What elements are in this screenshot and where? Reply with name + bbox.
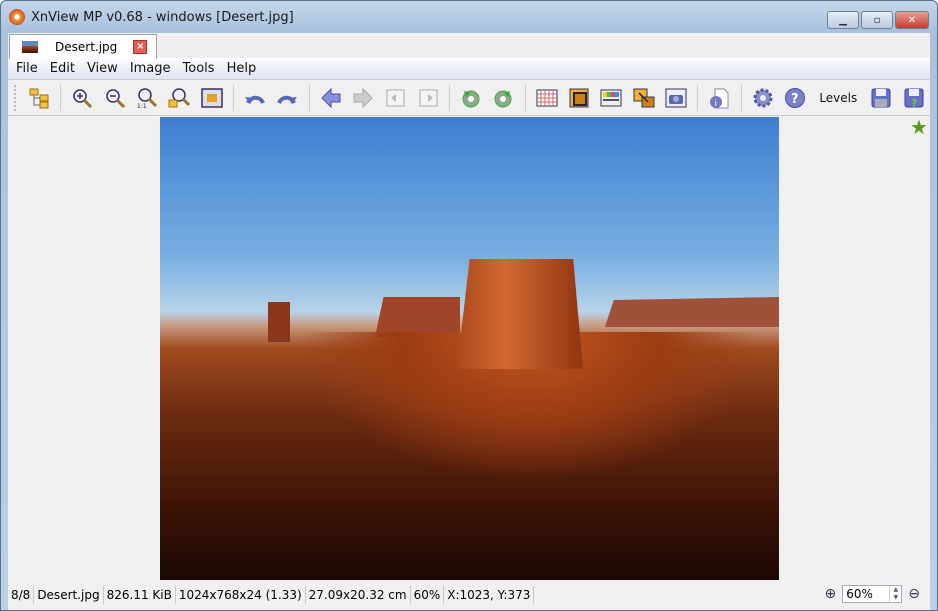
menu-tools[interactable]: Tools	[177, 61, 221, 76]
zoom-input[interactable]: 60% ▲ ▼	[842, 585, 903, 603]
image-viewer[interactable]: ★	[8, 117, 930, 581]
tab-desert[interactable]: Desert.jpg ×	[9, 34, 157, 59]
save-as-button[interactable]: ?	[900, 84, 927, 112]
rotate-left-button[interactable]	[457, 84, 484, 112]
fit-to-window-icon	[201, 87, 223, 108]
menu-file[interactable]: File	[10, 61, 44, 76]
help-button[interactable]: ?	[781, 84, 808, 112]
rotate-right-icon	[494, 90, 512, 107]
svg-text:?: ?	[911, 97, 917, 109]
redo-button[interactable]	[274, 84, 301, 112]
zoom-actual-size-button[interactable]: 1:1	[133, 84, 160, 112]
tab-label: Desert.jpg	[55, 40, 118, 54]
save-button[interactable]	[868, 84, 895, 112]
crop-button[interactable]	[565, 84, 592, 112]
adjust-colors-button[interactable]	[598, 84, 625, 112]
menu-image[interactable]: Image	[124, 61, 177, 76]
status-bar: 8/8 Desert.jpg 826.11 KiB 1024x768x24 (1…	[8, 580, 930, 610]
svg-text:i: i	[715, 99, 718, 109]
camera-icon	[665, 88, 687, 107]
browser-tree-button[interactable]	[25, 84, 52, 112]
status-index: 8/8	[8, 586, 35, 604]
menu-edit[interactable]: Edit	[44, 61, 81, 76]
zoom-in-icon[interactable]: ⊕	[825, 586, 837, 602]
status-print-size: 27.09x20.32 cm	[306, 586, 411, 604]
zoom-out-icon[interactable]: ⊖	[908, 586, 920, 602]
last-image-button[interactable]	[414, 84, 441, 112]
zoom-lock-icon	[168, 87, 191, 107]
menu-bar: File Edit View Image Tools Help	[8, 58, 930, 80]
status-filename: Desert.jpg	[34, 586, 104, 604]
tab-close-icon[interactable]: ×	[133, 40, 148, 54]
window-title: XnView MP v0.68 - windows [Desert.jpg]	[31, 9, 294, 25]
grid-icon	[536, 89, 558, 106]
levels-button[interactable]: Levels	[811, 91, 865, 105]
rotate-right-button[interactable]	[490, 84, 517, 112]
arrow-left-icon	[321, 87, 341, 108]
maximize-button[interactable]: ▫	[861, 11, 893, 29]
resize-button[interactable]	[630, 84, 657, 112]
first-page-icon	[386, 89, 405, 106]
screen-capture-button[interactable]	[663, 84, 690, 112]
zoom-spinner[interactable]: ▲ ▼	[889, 586, 901, 602]
first-image-button[interactable]	[382, 84, 409, 112]
next-image-button[interactable]	[349, 84, 376, 112]
xnview-logo-icon	[9, 9, 25, 25]
redo-icon	[277, 95, 298, 104]
menu-view[interactable]: View	[81, 61, 124, 76]
zoom-in-icon	[73, 88, 93, 108]
last-page-icon	[419, 89, 438, 106]
zoom-out-icon	[106, 88, 125, 108]
svg-text:1:1: 1:1	[137, 103, 147, 109]
undo-button[interactable]	[241, 84, 268, 112]
status-dimensions: 1024x768x24 (1.33)	[176, 586, 306, 604]
toolbar-grip[interactable]	[14, 84, 17, 111]
undo-icon	[245, 95, 266, 104]
resize-image-icon	[633, 88, 655, 107]
rotate-left-icon	[462, 90, 480, 107]
fit-window-button[interactable]	[198, 84, 225, 112]
folder-tree-icon	[29, 88, 49, 108]
settings-button[interactable]	[749, 84, 776, 112]
zoom-1-1-icon: 1:1	[137, 87, 158, 109]
close-button[interactable]: ✕	[895, 11, 929, 29]
title-bar: XnView MP v0.68 - windows [Desert.jpg] ▁…	[1, 1, 937, 33]
color-bars-icon	[600, 89, 622, 106]
menu-help[interactable]: Help	[221, 61, 263, 76]
status-cursor: X:1023, Y:373	[444, 586, 535, 604]
crop-icon	[569, 88, 589, 107]
minimize-button[interactable]: ▁	[827, 11, 859, 29]
info-document-icon: i	[710, 88, 729, 109]
desert-image	[160, 117, 779, 581]
toolbar: 1:1 i ? Levels ?	[8, 80, 930, 116]
save-as-icon: ?	[904, 88, 924, 109]
grid-button[interactable]	[533, 84, 560, 112]
help-icon: ?	[785, 87, 806, 108]
previous-image-button[interactable]	[317, 84, 344, 112]
image-thumbnail-icon	[22, 41, 38, 53]
status-zoom: 60%	[411, 586, 445, 604]
rating-star-icon[interactable]: ★	[910, 117, 930, 137]
properties-button[interactable]: i	[706, 84, 733, 112]
save-icon	[871, 88, 891, 107]
zoom-out-button[interactable]	[101, 84, 128, 112]
zoom-in-button[interactable]	[69, 84, 96, 112]
gear-icon	[753, 88, 773, 107]
arrow-right-icon	[353, 87, 373, 108]
app-window: XnView MP v0.68 - windows [Desert.jpg] ▁…	[0, 0, 938, 611]
svg-text:?: ?	[791, 92, 799, 107]
status-filesize: 826.11 KiB	[104, 586, 176, 604]
zoom-lock-button[interactable]	[166, 84, 193, 112]
zoom-input-value: 60%	[846, 587, 873, 601]
